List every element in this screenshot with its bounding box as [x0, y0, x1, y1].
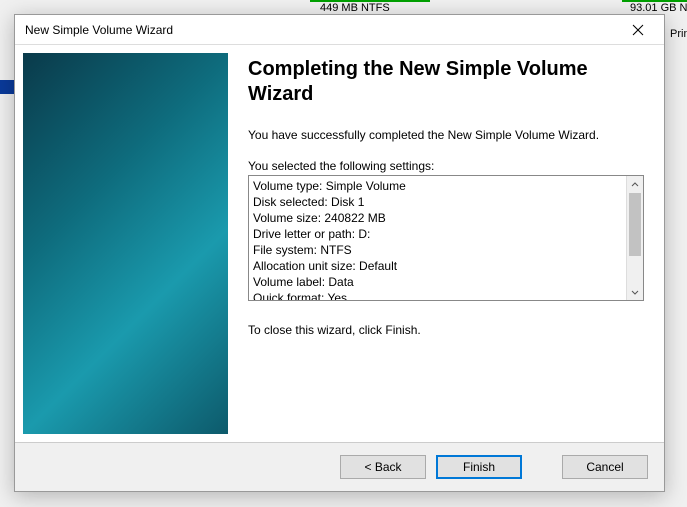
chevron-up-icon — [631, 181, 639, 189]
wizard-content: Completing the New Simple Volume Wizard … — [228, 45, 664, 442]
list-item: Volume label: Data — [253, 274, 622, 290]
bg-partition1-label: 449 MB NTFS — [320, 2, 390, 14]
list-item: Drive letter or path: D: — [253, 226, 622, 242]
page-heading: Completing the New Simple Volume Wizard — [248, 57, 644, 107]
titlebar: New Simple Volume Wizard — [15, 15, 664, 45]
list-item: Quick format: Yes — [253, 290, 622, 300]
finish-button[interactable]: Finish — [436, 455, 522, 479]
list-item: Volume type: Simple Volume — [253, 178, 622, 194]
dialog-title: New Simple Volume Wizard — [25, 23, 173, 37]
back-button[interactable]: < Back — [340, 455, 426, 479]
closing-instruction: To close this wizard, click Finish. — [248, 323, 644, 337]
chevron-down-icon — [631, 288, 639, 296]
scroll-thumb[interactable] — [629, 193, 641, 256]
list-item: File system: NTFS — [253, 242, 622, 258]
list-item: Allocation unit size: Default — [253, 258, 622, 274]
cancel-button[interactable]: Cancel — [562, 455, 648, 479]
list-item: Disk selected: Disk 1 — [253, 194, 622, 210]
wizard-dialog: New Simple Volume Wizard Completing the … — [14, 14, 665, 492]
scroll-down-button[interactable] — [627, 283, 643, 300]
dialog-footer: < Back Finish Cancel — [15, 442, 664, 491]
list-item: Volume size: 240822 MB — [253, 210, 622, 226]
scrollbar[interactable] — [626, 176, 643, 300]
wizard-sidebar-graphic — [23, 53, 228, 434]
settings-label: You selected the following settings: — [248, 159, 644, 173]
bg-partition2-size: 93.01 GB NT — [630, 2, 687, 14]
close-button[interactable] — [618, 16, 658, 44]
bg-partition2-type: Prin — [670, 28, 687, 40]
success-message: You have successfully completed the New … — [248, 127, 644, 143]
scroll-up-button[interactable] — [627, 176, 643, 193]
settings-list-content: Volume type: Simple Volume Disk selected… — [249, 176, 626, 300]
scroll-track[interactable] — [627, 193, 643, 283]
close-icon — [632, 24, 644, 36]
settings-listbox[interactable]: Volume type: Simple Volume Disk selected… — [248, 175, 644, 301]
